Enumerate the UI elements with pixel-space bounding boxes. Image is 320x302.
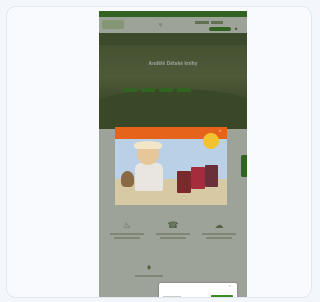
child-image (135, 163, 163, 191)
preview-card: ⚲ ☻ Andělé Dětské knihy ♨ ☎ ☁ ♦ × × (6, 6, 312, 298)
book-cover (191, 167, 205, 189)
close-icon[interactable]: × (229, 285, 231, 288)
website-screenshot: ⚲ ☻ Andělé Dětské knihy ♨ ☎ ☁ ♦ × × (99, 11, 247, 297)
discount-badge (203, 133, 219, 149)
cookie-settings-link[interactable] (163, 296, 181, 297)
close-icon[interactable]: × (219, 128, 221, 133)
book-cover (205, 165, 218, 187)
cookie-banner: × (159, 283, 237, 297)
book-cover (177, 171, 191, 193)
teddy-bear-image (121, 171, 134, 187)
cookie-accept-button[interactable] (211, 295, 233, 297)
promo-popup: × (115, 127, 227, 205)
child-hat-image (134, 141, 162, 149)
